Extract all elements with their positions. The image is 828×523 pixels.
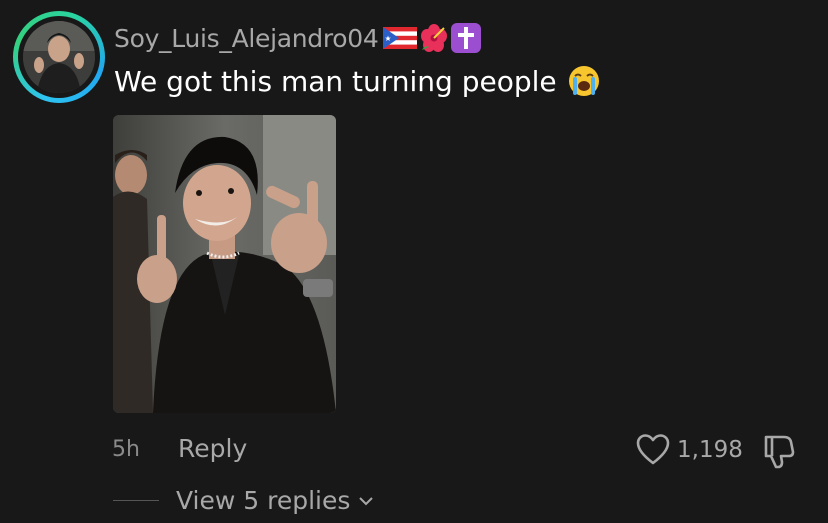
loudly-crying-face-icon	[568, 66, 599, 96]
comment-body: We got this man turning people	[114, 64, 557, 98]
username[interactable]: Soy_Luis_Alejandro04	[114, 24, 379, 53]
avatar-ring-gap	[18, 16, 100, 98]
view-replies-label: View 5 replies	[176, 486, 351, 515]
avatar[interactable]	[23, 21, 95, 93]
thumbs-down-icon[interactable]	[760, 432, 798, 470]
username-row: Soy_Luis_Alejandro04	[114, 20, 481, 56]
chevron-down-icon	[359, 496, 374, 505]
comment-item: Soy_Luis_Alejandro04 We got this man tur…	[0, 0, 828, 523]
heart-icon[interactable]	[635, 432, 671, 468]
latin-cross-icon	[450, 23, 481, 53]
reply-button[interactable]: Reply	[178, 434, 247, 463]
flag-puerto-rico-icon	[382, 27, 417, 49]
timestamp: 5h	[112, 437, 140, 462]
replies-divider	[113, 500, 159, 501]
view-replies-button[interactable]: View 5 replies	[176, 486, 374, 515]
hibiscus-icon	[420, 24, 447, 52]
comment-photo[interactable]	[113, 115, 336, 413]
comment-text: We got this man turning people	[114, 64, 601, 98]
like-count: 1,198	[677, 437, 743, 463]
avatar-story-ring[interactable]	[13, 11, 105, 103]
like-group: 1,198	[635, 432, 743, 468]
